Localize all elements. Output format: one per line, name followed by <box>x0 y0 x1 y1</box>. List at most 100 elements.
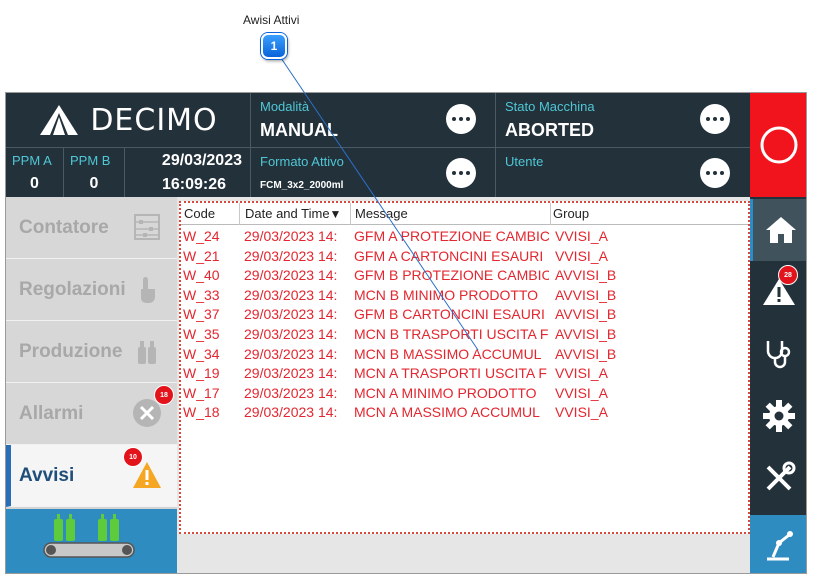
home-icon <box>765 217 796 243</box>
row-group-cell: AVVISI_B <box>555 345 617 362</box>
row-code-cell: W_37 <box>183 306 220 323</box>
table-row[interactable]: W_33 29/03/2023 14: MCN B MINIMO PRODOTTO A… <box>181 286 748 306</box>
current-date: 29/03/2023 <box>161 152 242 169</box>
column-header-group[interactable]: Group <box>553 206 589 221</box>
ppm-b-value: 0 <box>89 175 99 192</box>
column-header-message[interactable]: Message <box>355 206 408 221</box>
table-row[interactable]: W_40 29/03/2023 14: GFM B PROTEZIONE CAMBI… <box>181 266 748 286</box>
abacus-icon <box>134 214 160 240</box>
rail-settings-button[interactable] <box>750 385 806 447</box>
page: Awisi Attivi 1 DECIMO Modalità MANUAL St… <box>0 0 814 581</box>
ppm-b-panel: PPM B 0 <box>64 147 125 197</box>
brand-logo: DECIMO <box>6 93 250 147</box>
table-row[interactable]: W_21 29/03/2023 14: GFM A CARTONCINI ESAUR… <box>181 247 748 267</box>
row-date-cell: 29/03/2023 14: <box>244 228 338 244</box>
menu-item-produzione[interactable]: Produzione <box>6 321 177 383</box>
decimo-logo-icon <box>40 105 79 135</box>
rail-alarms-button[interactable]: 28 <box>750 261 806 323</box>
hand-pointer-icon <box>141 277 155 303</box>
row-group-cell: AVVISI_B <box>555 306 617 323</box>
table-row[interactable]: W_19 29/03/2023 14: MCN A TRASPORTI USCITA… <box>181 364 748 384</box>
allarmi-count-badge: 18 <box>154 385 174 405</box>
column-header-code[interactable]: Code <box>184 206 215 221</box>
row-code-cell: W_35 <box>183 326 220 342</box>
table-row[interactable]: W_17 29/03/2023 14: MCN A MINIMO PRODOTTO V… <box>181 384 748 404</box>
row-message-cell: MCN B MASSIMO ACCUMUL <box>354 345 542 362</box>
table-row[interactable]: W_24 29/03/2023 14: GFM A PROTEZIONE CAMBI… <box>181 227 748 247</box>
row-code-cell: W_17 <box>183 384 220 401</box>
brand-name: DECIMO <box>90 102 218 138</box>
column-header-date-text: Date and Time <box>245 206 330 221</box>
stato-macchina-label: Stato Macchina <box>505 99 595 114</box>
menu-item-contatore[interactable]: Contatore <box>6 197 177 259</box>
menu-item-avvisi[interactable]: Avvisi 10 <box>6 445 177 507</box>
formato-attivo-value: FCM_3x2_2000ml <box>260 180 344 191</box>
row-group-cell: VVISI_A <box>555 365 608 382</box>
menu-item-allarmi[interactable]: Allarmi 18 <box>6 383 177 445</box>
callout-label: Awisi Attivi <box>243 13 300 27</box>
avvisi-table: Code Date and Time▼ Message Group W_24 29… <box>179 201 750 534</box>
menu-item-label: Contatore <box>19 217 109 238</box>
stop-circle-icon <box>760 126 798 164</box>
conveyor-bottles-icon <box>43 514 135 558</box>
row-group-cell: AVVISI_B <box>555 286 617 303</box>
bottles-icon <box>138 341 156 364</box>
modalita-more-button[interactable] <box>446 104 476 134</box>
row-group-cell: VVISI_A <box>555 228 608 244</box>
modalita-panel: Modalità MANUAL <box>250 93 495 147</box>
row-message-cell: MCN A TRASPORTI USCITA F <box>354 365 547 382</box>
row-code-cell: W_18 <box>183 404 220 421</box>
row-message-cell: MCN B MINIMO PRODOTTO <box>354 286 539 303</box>
stato-macchina-panel: Stato Macchina ABORTED <box>495 93 750 147</box>
row-date-cell: 29/03/2023 14: <box>244 306 338 323</box>
formato-attivo-panel: Formato Attivo FCM_3x2_2000ml <box>250 147 495 197</box>
utente-more-button[interactable] <box>700 158 730 188</box>
hmi-window: DECIMO Modalità MANUAL Stato Macchina AB… <box>5 92 807 574</box>
formato-attivo-label: Formato Attivo <box>260 154 344 169</box>
row-date-cell: 29/03/2023 14: <box>244 247 338 264</box>
robot-arm-icon <box>767 531 793 561</box>
row-group-cell: AVVISI_B <box>555 267 617 284</box>
row-date-cell: 29/03/2023 14: <box>244 286 338 303</box>
modalita-label: Modalità <box>260 99 310 114</box>
ppm-b-label: PPM B <box>70 153 111 168</box>
row-code-cell: W_34 <box>183 345 220 362</box>
rail-tools-button[interactable] <box>750 447 806 509</box>
callout-number-badge: 1 <box>261 33 287 59</box>
ppm-a-panel: PPM A 0 <box>6 147 64 197</box>
column-header-date[interactable]: Date and Time▼ <box>245 206 341 221</box>
formato-attivo-more-button[interactable] <box>446 158 476 188</box>
stato-macchina-value: ABORTED <box>505 120 594 140</box>
row-code-cell: W_33 <box>183 286 220 303</box>
rail-alarm-count-badge: 28 <box>778 265 798 285</box>
rail-diagnostics-button[interactable] <box>750 323 806 385</box>
row-group-cell: VVISI_A <box>555 247 608 264</box>
row-message-cell: MCN A MASSIMO ACCUMUL <box>354 404 540 421</box>
tools-icon <box>766 461 796 491</box>
row-code-cell: W_40 <box>183 267 220 284</box>
utente-panel: Utente <box>495 147 750 197</box>
row-date-cell: 29/03/2023 14: <box>244 365 338 382</box>
row-message-cell: MCN A MINIMO PRODOTTO <box>354 384 537 401</box>
table-row[interactable]: W_35 29/03/2023 14: MCN B TRASPORTI USCITA… <box>181 325 748 345</box>
avvisi-count-badge: 10 <box>123 447 143 467</box>
rail-home-button[interactable] <box>750 199 806 261</box>
rail-robot-button[interactable] <box>750 515 806 573</box>
table-row[interactable]: W_18 29/03/2023 14: MCN A MASSIMO ACCUMUL V… <box>181 403 748 423</box>
menu-item-label: Avvisi <box>19 465 75 486</box>
current-time: 16:09:26 <box>161 176 226 193</box>
menu-item-regolazioni[interactable]: Regolazioni <box>6 259 177 321</box>
side-menu: Contatore Regolazioni Produzione Allarmi… <box>6 197 177 573</box>
row-date-cell: 29/03/2023 14: <box>244 326 338 342</box>
row-code-cell: W_21 <box>183 247 220 264</box>
stato-macchina-more-button[interactable] <box>700 104 730 134</box>
table-row[interactable]: W_37 29/03/2023 14: GFM B CARTONCINI ESAUR… <box>181 305 748 325</box>
row-message-cell: GFM A CARTONCINI ESAURI <box>354 247 544 264</box>
conveyor-graphic <box>6 509 177 573</box>
menu-item-label: Allarmi <box>19 403 84 424</box>
table-row[interactable]: W_34 29/03/2023 14: MCN B MASSIMO ACCUMUL A… <box>181 345 748 365</box>
row-date-cell: 29/03/2023 14: <box>244 404 338 421</box>
stop-button[interactable] <box>750 93 806 197</box>
ppm-a-label: PPM A <box>12 153 52 168</box>
ppm-a-value: 0 <box>30 175 39 192</box>
